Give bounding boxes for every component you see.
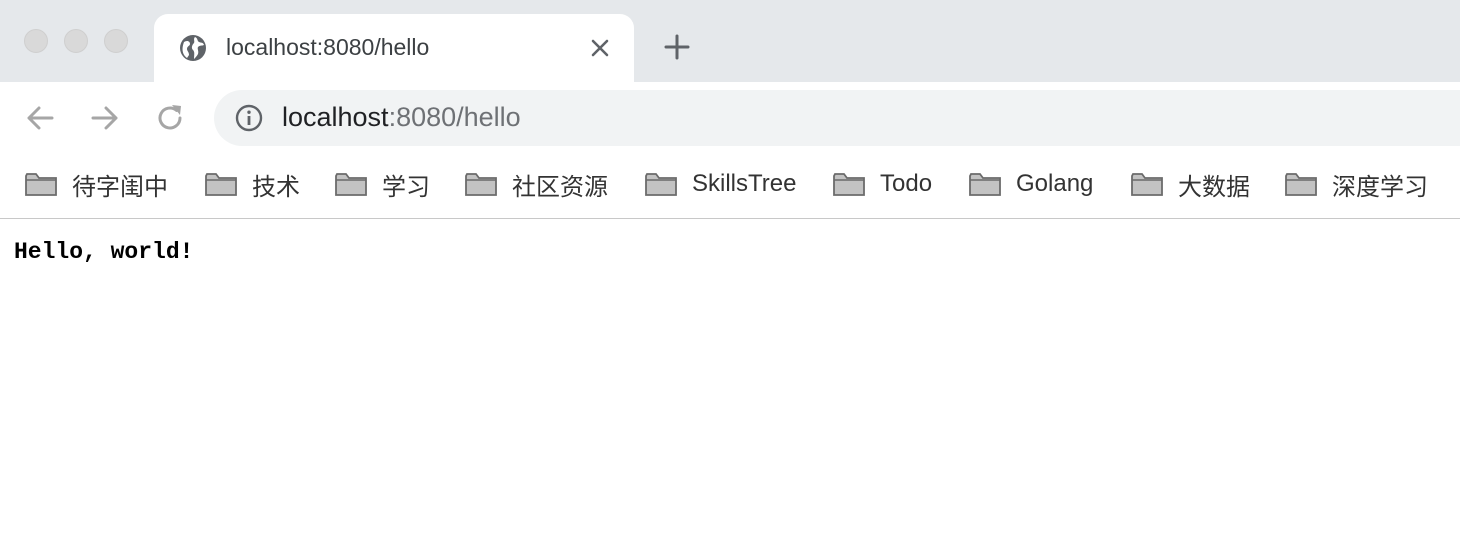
bookmark-label: 大数据 (1178, 173, 1250, 201)
bookmark-folder[interactable]: 大数据 (1130, 168, 1250, 201)
window-controls (24, 29, 144, 53)
arrow-left-icon[interactable] (22, 100, 58, 136)
globe-icon (180, 35, 206, 61)
folder-icon (645, 173, 677, 196)
url-path: :8080/hello (388, 102, 521, 132)
bookmark-folder[interactable]: 待字闺中 (24, 168, 168, 201)
bookmark-label: 技术 (252, 173, 300, 201)
folder-icon (833, 173, 865, 196)
folder-icon (335, 173, 367, 196)
bookmark-label: Todo (880, 170, 933, 197)
bookmark-label: 社区资源 (512, 173, 608, 201)
folder-icon (25, 173, 57, 196)
minimize-window-button[interactable] (64, 29, 88, 53)
close-window-button[interactable] (24, 29, 48, 53)
tab-strip: localhost:8080/hello (0, 0, 1460, 82)
folder-icon (969, 173, 1001, 196)
bookmark-label: SkillsTree (692, 170, 797, 197)
folder-icon (465, 173, 497, 196)
reload-icon[interactable] (152, 100, 188, 136)
arrow-right-icon[interactable] (87, 100, 123, 136)
bookmark-folder[interactable]: Golang (968, 168, 1093, 200)
bookmark-folder[interactable]: Todo (832, 168, 932, 200)
folder-icon (1285, 173, 1317, 196)
bookmark-folder[interactable]: 技术 (204, 168, 300, 201)
page-content: Hello, world! (0, 219, 1460, 554)
tab-title: localhost:8080/hello (226, 34, 430, 60)
page-body-text: Hello, world! (14, 239, 194, 265)
url-text[interactable]: localhost:8080/hello (282, 102, 521, 133)
bookmark-label: Golang (1016, 170, 1094, 197)
close-icon[interactable] (588, 36, 612, 60)
folder-icon (205, 173, 237, 196)
plus-icon[interactable] (662, 32, 692, 62)
bookmark-folder[interactable]: 社区资源 (464, 168, 608, 201)
zoom-window-button[interactable] (104, 29, 128, 53)
browser-window: localhost:8080/hello localhost:8080/hell… (0, 0, 1460, 554)
tab-active[interactable]: localhost:8080/hello (154, 14, 634, 82)
url-host: localhost (282, 102, 389, 132)
bookmark-folder[interactable]: 深度学习 (1284, 168, 1428, 201)
bookmark-label: 深度学习 (1332, 173, 1428, 201)
info-icon[interactable] (234, 103, 264, 133)
bookmarks-bar: 待字闺中 技术 学习 社区资源 SkillsTree Todo Golang 大… (0, 154, 1460, 219)
address-bar[interactable]: localhost:8080/hello (214, 90, 1460, 146)
bookmark-label: 学习 (382, 173, 430, 201)
bookmark-folder[interactable]: 学习 (334, 168, 430, 201)
toolbar: localhost:8080/hello (0, 82, 1460, 154)
bookmark-label: 待字闺中 (72, 173, 168, 201)
bookmark-folder[interactable]: SkillsTree (644, 168, 796, 200)
folder-icon (1131, 173, 1163, 196)
